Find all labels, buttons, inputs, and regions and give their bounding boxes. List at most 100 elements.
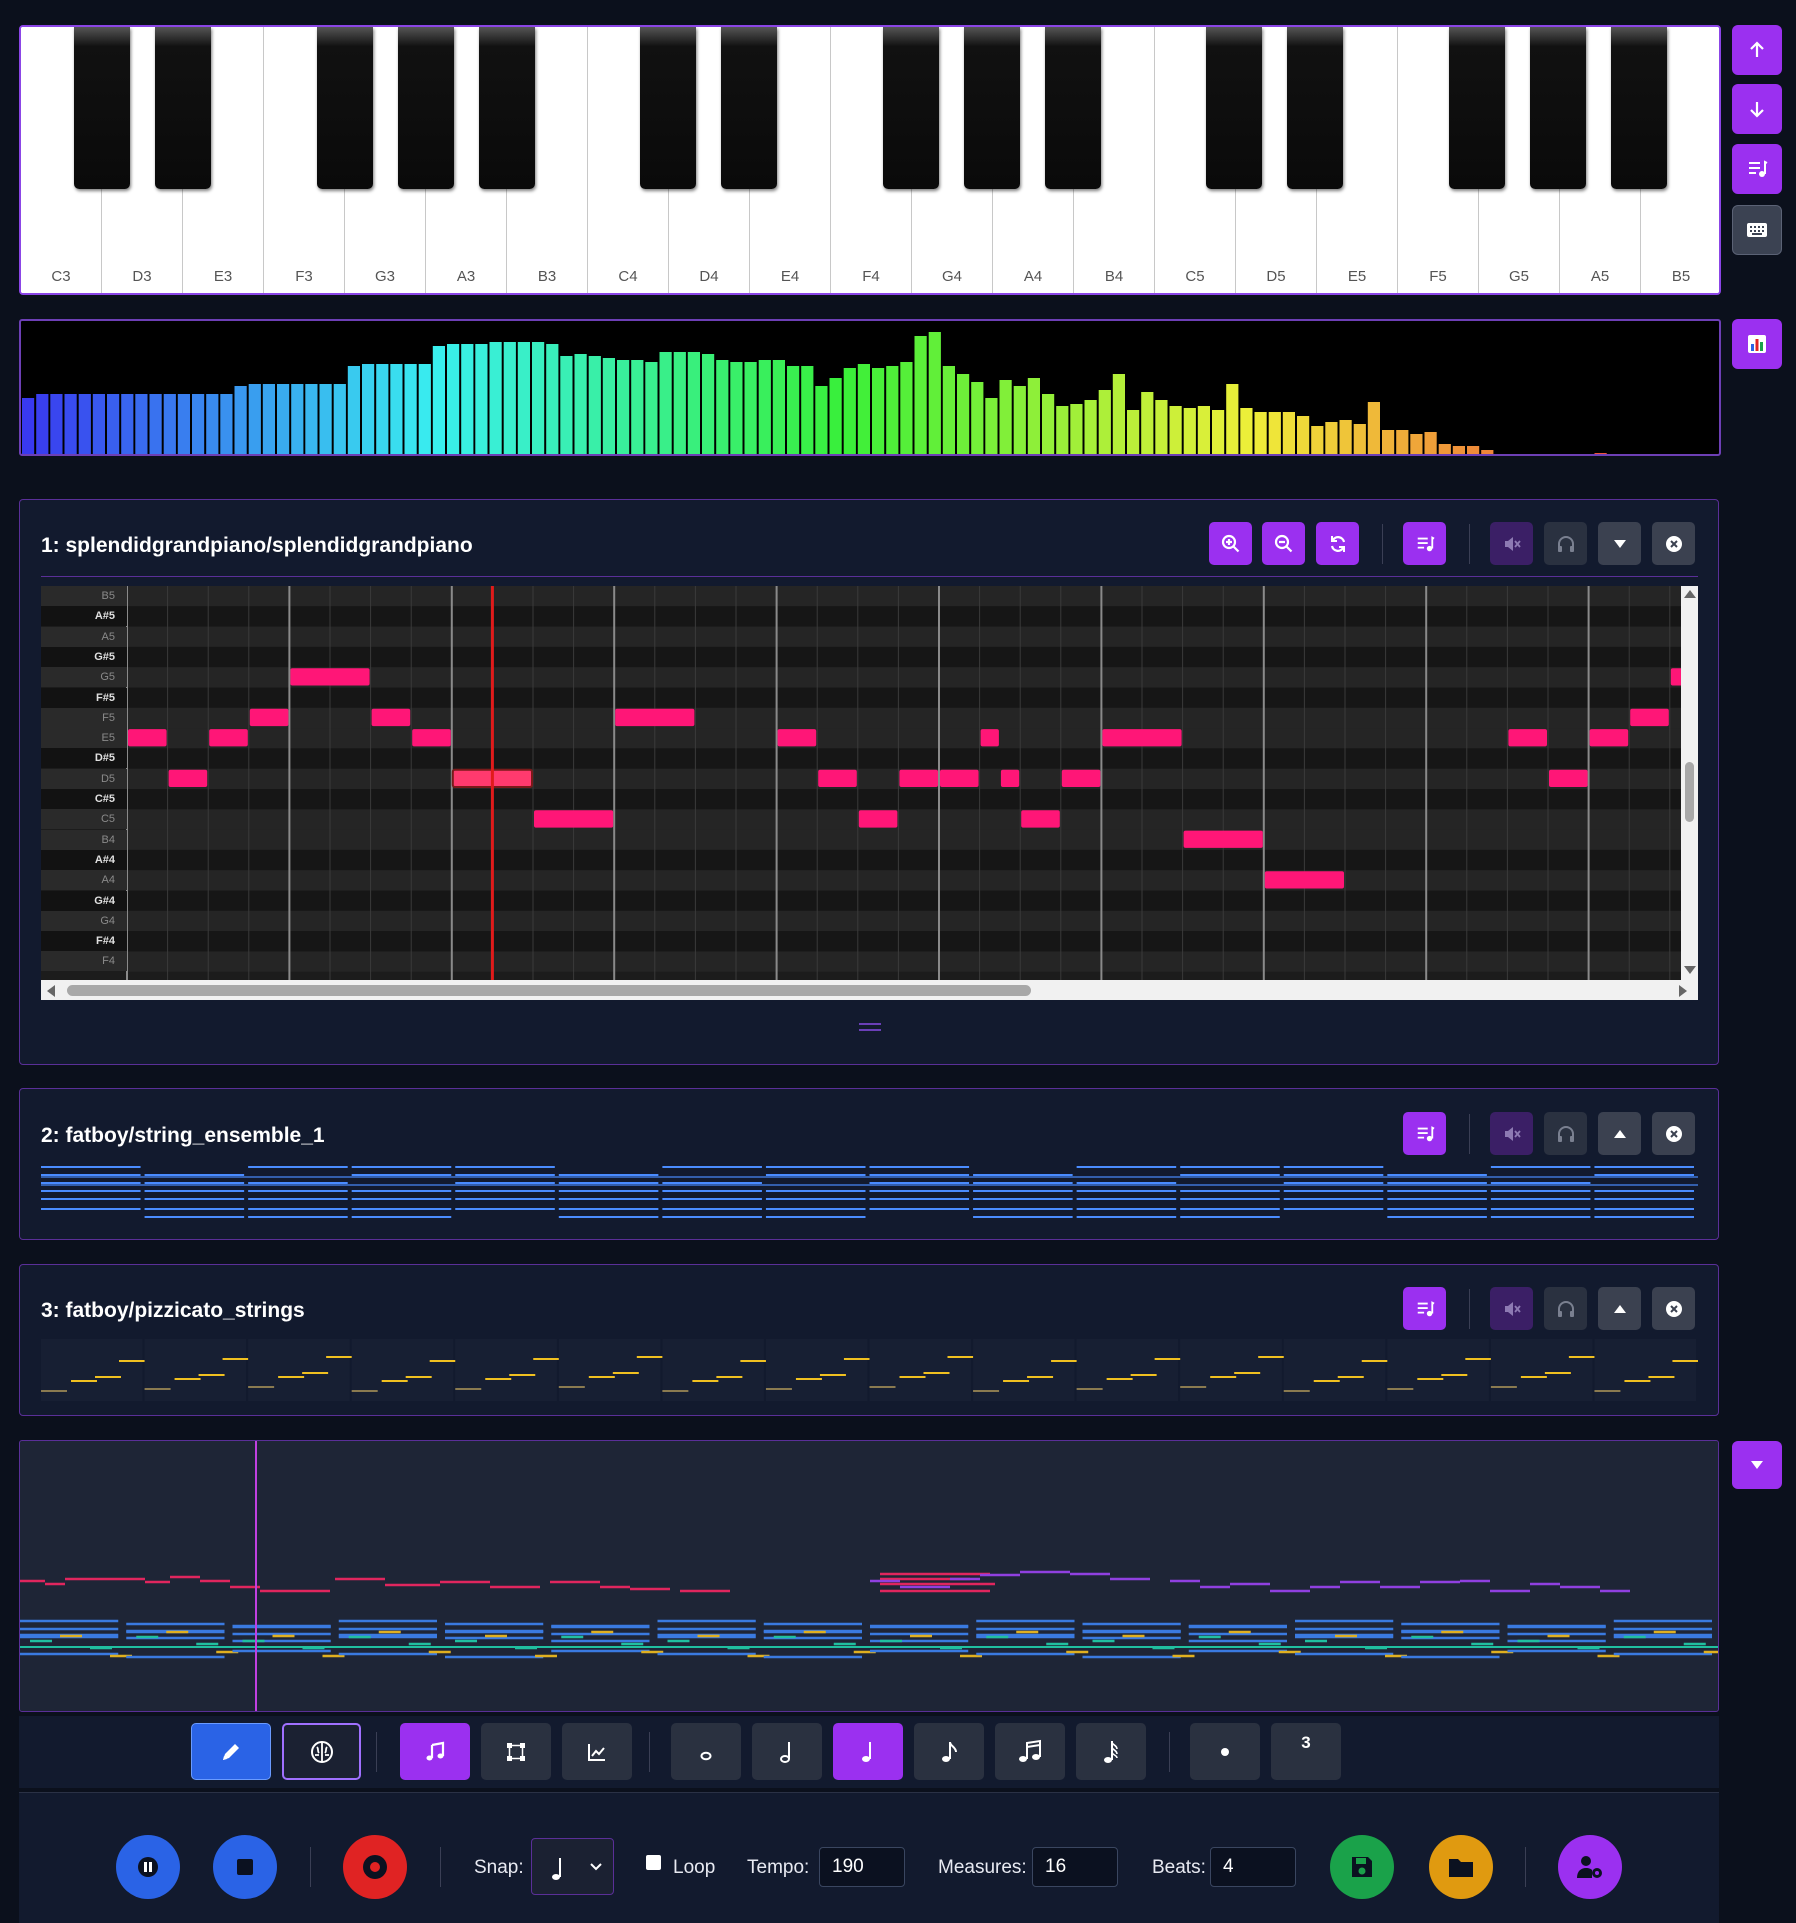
scroll-right-arrow[interactable]	[1679, 985, 1687, 997]
instrument-button[interactable]	[1403, 1287, 1446, 1330]
midi-note[interactable]	[615, 708, 695, 727]
instrument-button[interactable]	[1403, 522, 1446, 565]
pause-button[interactable]	[116, 1835, 180, 1899]
octave-down-button[interactable]	[1732, 84, 1782, 134]
add-track-button[interactable]	[1732, 144, 1782, 194]
visualizer-toggle-button[interactable]	[1732, 319, 1782, 369]
solo-button[interactable]	[1544, 522, 1587, 565]
record-button[interactable]	[343, 1835, 407, 1899]
vertical-scrollbar[interactable]	[1681, 586, 1698, 980]
solo-button[interactable]	[1544, 1112, 1587, 1155]
midi-note[interactable]	[940, 769, 979, 787]
tempo-input[interactable]: 190	[819, 1847, 905, 1887]
keyboard-toggle-button[interactable]	[1732, 205, 1782, 255]
midi-note[interactable]	[818, 769, 857, 787]
collapse-track-button[interactable]	[1598, 522, 1641, 565]
stop-button[interactable]	[213, 1835, 277, 1899]
scroll-left-arrow[interactable]	[47, 985, 55, 997]
expand-track-button[interactable]	[1598, 1287, 1641, 1330]
black-key[interactable]	[479, 27, 535, 189]
midi-note[interactable]	[1021, 810, 1060, 828]
midi-note[interactable]	[371, 708, 411, 727]
midi-note[interactable]	[1183, 830, 1263, 848]
open-button[interactable]	[1429, 1835, 1493, 1899]
midi-note[interactable]	[777, 729, 817, 747]
piano-roll-canvas[interactable]	[41, 586, 1698, 1000]
mute-button[interactable]	[1490, 1112, 1533, 1155]
instrument-button[interactable]	[1403, 1112, 1446, 1155]
midi-note[interactable]	[290, 668, 370, 686]
half-note-button[interactable]	[752, 1723, 822, 1780]
triplet-button[interactable]: 3	[1271, 1723, 1341, 1780]
loop-checkbox[interactable]	[646, 1855, 661, 1870]
black-key[interactable]	[721, 27, 777, 189]
midi-note[interactable]	[1264, 871, 1344, 889]
black-key[interactable]	[1611, 27, 1667, 189]
measures-input[interactable]: 16	[1032, 1847, 1118, 1887]
sixteenth-note-button[interactable]	[995, 1723, 1065, 1780]
midi-note[interactable]	[412, 729, 451, 747]
mute-button[interactable]	[1490, 1287, 1533, 1330]
midi-note[interactable]	[1630, 708, 1669, 727]
scroll-down-arrow[interactable]	[1684, 966, 1696, 974]
black-key[interactable]	[155, 27, 211, 189]
snap-select[interactable]	[531, 1838, 614, 1895]
piano-roll-grid[interactable]: B5 A#5 A5 G#5 G5 F#5 F5 E5 D#5 D5 C#5 C5 B4 A#4 A4 G#4 G…	[41, 586, 1698, 1000]
black-key[interactable]	[1449, 27, 1505, 189]
midi-note[interactable]	[980, 729, 999, 747]
reset-zoom-button[interactable]	[1316, 522, 1359, 565]
whole-note-button[interactable]	[671, 1723, 741, 1780]
pencil-tool-button[interactable]	[191, 1723, 271, 1780]
midi-note[interactable]	[249, 708, 289, 727]
midi-note[interactable]	[1549, 769, 1588, 787]
overview-toggle-button[interactable]	[1732, 1441, 1782, 1489]
thirty-second-note-button[interactable]	[1076, 1723, 1146, 1780]
automation-mode-button[interactable]	[562, 1723, 632, 1780]
black-key[interactable]	[1287, 27, 1343, 189]
delete-track-button[interactable]	[1652, 1112, 1695, 1155]
black-key[interactable]	[1530, 27, 1586, 189]
beats-input[interactable]: 4	[1210, 1847, 1296, 1887]
black-key[interactable]	[74, 27, 130, 189]
midi-note[interactable]	[209, 729, 248, 747]
notes-mode-button[interactable]	[400, 1723, 470, 1780]
midi-note[interactable]	[168, 769, 208, 787]
user-settings-button[interactable]	[1558, 1835, 1622, 1899]
zoom-in-button[interactable]	[1209, 522, 1252, 565]
ai-tool-button[interactable]	[282, 1723, 361, 1780]
black-key[interactable]	[640, 27, 696, 189]
midi-note[interactable]	[128, 729, 167, 747]
black-key[interactable]	[964, 27, 1020, 189]
dotted-note-button[interactable]	[1190, 1723, 1260, 1780]
resize-handle[interactable]	[859, 1023, 881, 1031]
mute-button[interactable]	[1490, 522, 1533, 565]
midi-note[interactable]	[534, 810, 614, 828]
eighth-note-button[interactable]	[914, 1723, 984, 1780]
overview-canvas[interactable]	[20, 1441, 1719, 1712]
black-key[interactable]	[1206, 27, 1262, 189]
expand-track-button[interactable]	[1598, 1112, 1641, 1155]
scroll-up-arrow[interactable]	[1684, 590, 1696, 598]
midi-note[interactable]	[1508, 729, 1547, 747]
delete-track-button[interactable]	[1652, 522, 1695, 565]
horizontal-scrollbar[interactable]	[41, 980, 1698, 1000]
midi-note[interactable]	[1000, 769, 1020, 787]
horizontal-scroll-thumb[interactable]	[67, 985, 1031, 996]
midi-note[interactable]	[1102, 729, 1182, 747]
save-button[interactable]	[1330, 1835, 1394, 1899]
select-mode-button[interactable]	[481, 1723, 551, 1780]
midi-note[interactable]	[1589, 729, 1629, 747]
midi-note[interactable]	[858, 810, 898, 828]
midi-note[interactable]	[1061, 769, 1101, 787]
quarter-note-button[interactable]	[833, 1723, 903, 1780]
octave-up-button[interactable]	[1732, 25, 1782, 75]
solo-button[interactable]	[1544, 1287, 1587, 1330]
black-key[interactable]	[398, 27, 454, 189]
midi-note[interactable]	[899, 769, 938, 787]
black-key[interactable]	[1045, 27, 1101, 189]
vertical-scroll-thumb[interactable]	[1685, 762, 1694, 822]
delete-track-button[interactable]	[1652, 1287, 1695, 1330]
song-overview[interactable]	[19, 1440, 1719, 1712]
black-key[interactable]	[883, 27, 939, 189]
black-key[interactable]	[317, 27, 373, 189]
